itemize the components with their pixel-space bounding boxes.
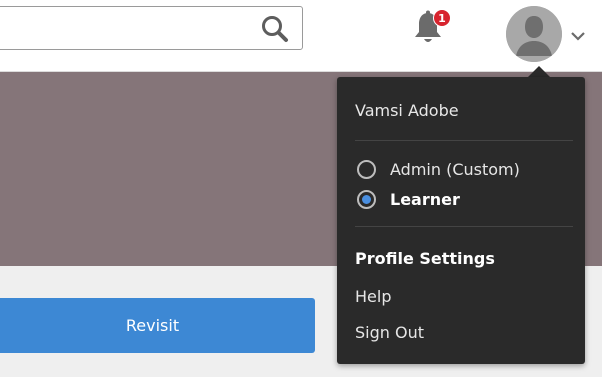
user-silhouette-icon <box>506 6 562 62</box>
profile-settings-link[interactable]: Profile Settings <box>355 249 495 268</box>
menu-divider <box>355 140 573 141</box>
role-option-admin[interactable]: Admin (Custom) <box>357 157 520 181</box>
role-option-learner[interactable]: Learner <box>357 187 460 211</box>
radio-checked-icon <box>357 189 376 209</box>
chevron-down-icon <box>571 32 585 41</box>
user-menu-toggle[interactable] <box>570 27 586 41</box>
revisit-button[interactable]: Revisit <box>0 298 315 353</box>
notification-count-badge: 1 <box>433 9 451 27</box>
search-icon <box>262 16 288 42</box>
search-box <box>0 6 303 50</box>
help-link[interactable]: Help <box>355 287 391 306</box>
role-label: Admin (Custom) <box>390 159 520 179</box>
role-label: Learner <box>390 189 460 209</box>
sign-out-link[interactable]: Sign Out <box>355 323 424 342</box>
page: 1 Revisit Vamsi Adobe Admin (Custom) Lea… <box>0 0 602 377</box>
menu-divider <box>355 226 573 227</box>
user-name: Vamsi Adobe <box>355 101 459 120</box>
radio-unchecked-icon <box>357 159 376 179</box>
avatar[interactable] <box>506 6 562 62</box>
search-button[interactable] <box>260 15 290 43</box>
top-header: 1 <box>0 0 602 72</box>
search-input[interactable] <box>3 13 253 43</box>
user-menu-dropdown: Vamsi Adobe Admin (Custom) Learner Profi… <box>337 77 585 364</box>
